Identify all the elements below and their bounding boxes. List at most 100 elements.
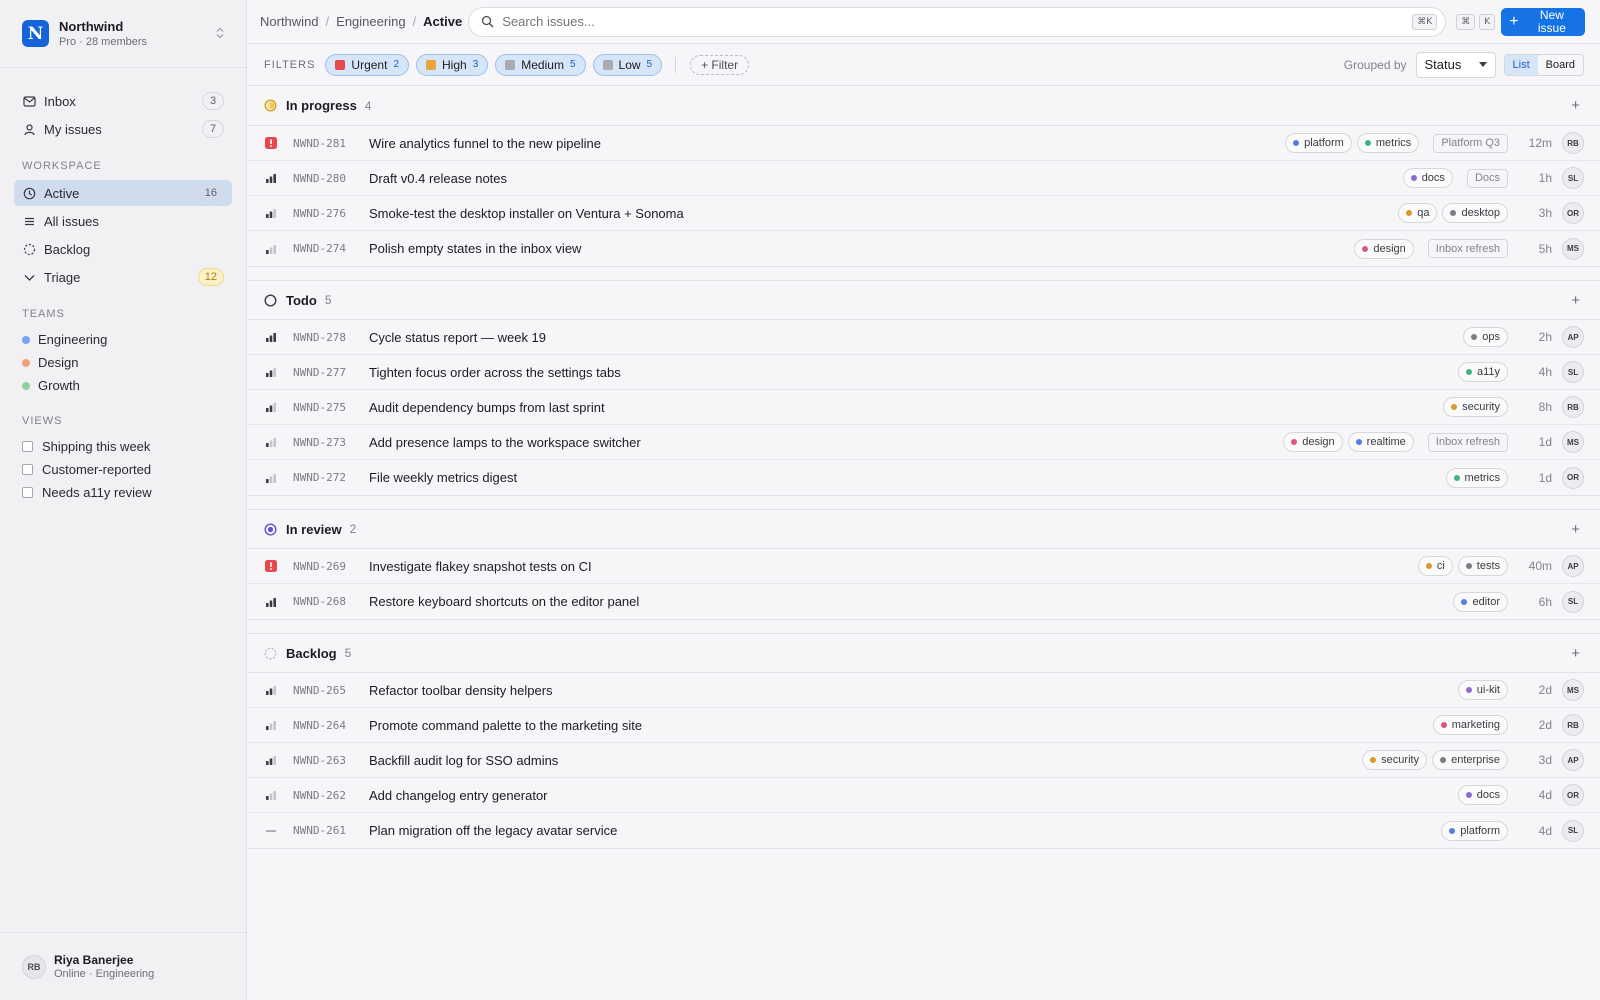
- project-tag[interactable]: Inbox refresh: [1427, 432, 1508, 452]
- search-input[interactable]: [502, 14, 1413, 29]
- team-growth[interactable]: Growth: [14, 374, 232, 397]
- label-tag[interactable]: metrics: [1356, 133, 1420, 153]
- workspace-switcher[interactable]: N Northwind Pro · 28 members: [0, 0, 246, 68]
- group-header[interactable]: Todo 5 +: [248, 280, 1600, 320]
- label-tag[interactable]: platform: [1285, 133, 1352, 153]
- project-tag[interactable]: Inbox refresh: [1427, 239, 1508, 258]
- label-tag[interactable]: enterprise: [1432, 750, 1508, 770]
- avatar[interactable]: AP: [1562, 555, 1584, 577]
- issue-row[interactable]: NWND-261 Plan migration off the legacy av…: [248, 813, 1600, 848]
- view-toggle-list[interactable]: List: [1504, 54, 1538, 75]
- issue-title[interactable]: Add presence lamps to the workspace swit…: [369, 435, 1278, 450]
- add-issue-icon[interactable]: +: [1571, 645, 1584, 662]
- issue-title[interactable]: Refactor toolbar density helpers: [369, 683, 1453, 698]
- urgent-priority-icon[interactable]: [264, 137, 277, 150]
- issue-row[interactable]: NWND-262 Add changelog entry generator doc…: [248, 778, 1600, 813]
- add-filter-button[interactable]: + Filter: [690, 54, 750, 75]
- medium-priority-icon[interactable]: [264, 684, 277, 697]
- avatar[interactable]: MS: [1562, 679, 1584, 701]
- no-priority-icon[interactable]: [264, 824, 277, 837]
- high-priority-icon[interactable]: [264, 595, 277, 608]
- label-tag[interactable]: a11y: [1457, 362, 1508, 382]
- issue-title[interactable]: Investigate flakey snapshot tests on CI: [369, 559, 1413, 574]
- new-issue-button[interactable]: + New issue: [1501, 7, 1586, 36]
- chevron-updown-icon[interactable]: [216, 27, 224, 41]
- current-user[interactable]: RB Riya Banerjee Online · Engineering: [0, 932, 247, 1000]
- avatar[interactable]: SL: [1562, 590, 1584, 613]
- avatar[interactable]: SL: [1562, 361, 1584, 383]
- avatar[interactable]: OR: [1562, 466, 1584, 489]
- nav-inbox[interactable]: Inbox 3: [14, 88, 232, 114]
- label-tag[interactable]: metrics: [1445, 467, 1508, 488]
- issue-title[interactable]: Restore keyboard shortcuts on the editor…: [369, 594, 1448, 609]
- add-issue-icon[interactable]: +: [1571, 292, 1584, 309]
- low-priority-icon[interactable]: [264, 436, 277, 449]
- label-tag[interactable]: security: [1362, 750, 1428, 770]
- filter-chip-high[interactable]: High 3: [416, 53, 489, 76]
- group-header[interactable]: In progress 4 +: [248, 86, 1600, 126]
- view-needs-a11y-review[interactable]: Needs a11y review: [14, 481, 232, 504]
- low-priority-icon[interactable]: [264, 471, 277, 484]
- label-tag[interactable]: platform: [1441, 820, 1508, 841]
- issue-title[interactable]: Polish empty states in the inbox view: [369, 241, 1349, 256]
- filter-chip-low[interactable]: Low 5: [592, 53, 663, 76]
- breadcrumb-team[interactable]: Engineering: [336, 14, 405, 29]
- add-issue-icon[interactable]: +: [1571, 521, 1584, 538]
- project-tag[interactable]: Platform Q3: [1433, 133, 1508, 153]
- issue-row[interactable]: NWND-265 Refactor toolbar density helpers…: [248, 673, 1600, 708]
- label-tag[interactable]: design: [1354, 238, 1414, 259]
- avatar[interactable]: RB: [1562, 396, 1584, 418]
- issue-title[interactable]: Plan migration off the legacy avatar ser…: [369, 823, 1436, 838]
- medium-priority-icon[interactable]: [264, 366, 277, 379]
- nav-triage[interactable]: Triage 12: [14, 264, 232, 290]
- avatar[interactable]: AP: [1562, 326, 1584, 348]
- issue-row[interactable]: NWND-269 Investigate flakey snapshot test…: [248, 549, 1600, 584]
- avatar[interactable]: OR: [1562, 784, 1584, 806]
- label-tag[interactable]: design: [1283, 432, 1343, 452]
- add-issue-icon[interactable]: +: [1571, 97, 1584, 114]
- issue-title[interactable]: Promote command palette to the marketing…: [369, 718, 1428, 733]
- issue-row[interactable]: NWND-275 Audit dependency bumps from last…: [248, 390, 1600, 425]
- issue-row[interactable]: NWND-276 Smoke-test the desktop installer…: [248, 196, 1600, 231]
- filter-chip-medium[interactable]: Medium 5: [495, 53, 586, 76]
- issue-row[interactable]: NWND-272 File weekly metrics digest metric…: [248, 460, 1600, 495]
- view-checkbox[interactable]: [22, 487, 33, 498]
- avatar[interactable]: RB: [1562, 714, 1584, 736]
- team-design[interactable]: Design: [14, 351, 232, 374]
- nav-my-issues[interactable]: My issues 7: [14, 116, 232, 142]
- issue-title[interactable]: Wire analytics funnel to the new pipelin…: [369, 136, 1280, 151]
- issue-row[interactable]: NWND-278 Cycle status report — week 19 ops…: [248, 320, 1600, 355]
- issue-title[interactable]: Tighten focus order across the settings …: [369, 365, 1453, 380]
- label-tag[interactable]: desktop: [1442, 203, 1508, 223]
- issue-title[interactable]: File weekly metrics digest: [369, 470, 1441, 485]
- issue-row[interactable]: NWND-277 Tighten focus order across the s…: [248, 355, 1600, 390]
- avatar[interactable]: SL: [1562, 819, 1584, 842]
- group-header[interactable]: Backlog 5 +: [248, 633, 1600, 673]
- issue-title[interactable]: Cycle status report — week 19: [369, 330, 1458, 345]
- project-tag[interactable]: Docs: [1466, 168, 1508, 188]
- view-checkbox[interactable]: [22, 464, 33, 475]
- label-tag[interactable]: editor: [1453, 591, 1508, 612]
- issue-row[interactable]: NWND-280 Draft v0.4 release notes docs Docs…: [248, 161, 1600, 196]
- low-priority-icon[interactable]: [264, 789, 277, 802]
- issue-row[interactable]: NWND-263 Backfill audit log for SSO admin…: [248, 743, 1600, 778]
- issue-title[interactable]: Draft v0.4 release notes: [369, 171, 1398, 186]
- issue-title[interactable]: Add changelog entry generator: [369, 788, 1453, 803]
- avatar[interactable]: OR: [1562, 202, 1584, 224]
- issue-title[interactable]: Smoke-test the desktop installer on Vent…: [369, 206, 1393, 221]
- avatar[interactable]: AP: [1562, 749, 1584, 771]
- team-engineering[interactable]: Engineering: [14, 328, 232, 351]
- avatar[interactable]: MS: [1562, 237, 1584, 260]
- label-tag[interactable]: ci: [1417, 556, 1453, 576]
- low-priority-icon[interactable]: [264, 242, 277, 255]
- medium-priority-icon[interactable]: [264, 207, 277, 220]
- label-tag[interactable]: qa: [1398, 203, 1438, 223]
- search-bar[interactable]: ⌘K: [468, 6, 1447, 37]
- view-customer-reported[interactable]: Customer-reported: [14, 458, 232, 481]
- label-tag[interactable]: marketing: [1432, 715, 1508, 735]
- label-tag[interactable]: ops: [1463, 327, 1508, 347]
- issue-row[interactable]: NWND-274 Polish empty states in the inbox…: [248, 231, 1600, 266]
- view-toggle-board[interactable]: Board: [1538, 55, 1583, 75]
- group-by-select[interactable]: Status: [1415, 51, 1496, 78]
- avatar[interactable]: RB: [1562, 132, 1584, 154]
